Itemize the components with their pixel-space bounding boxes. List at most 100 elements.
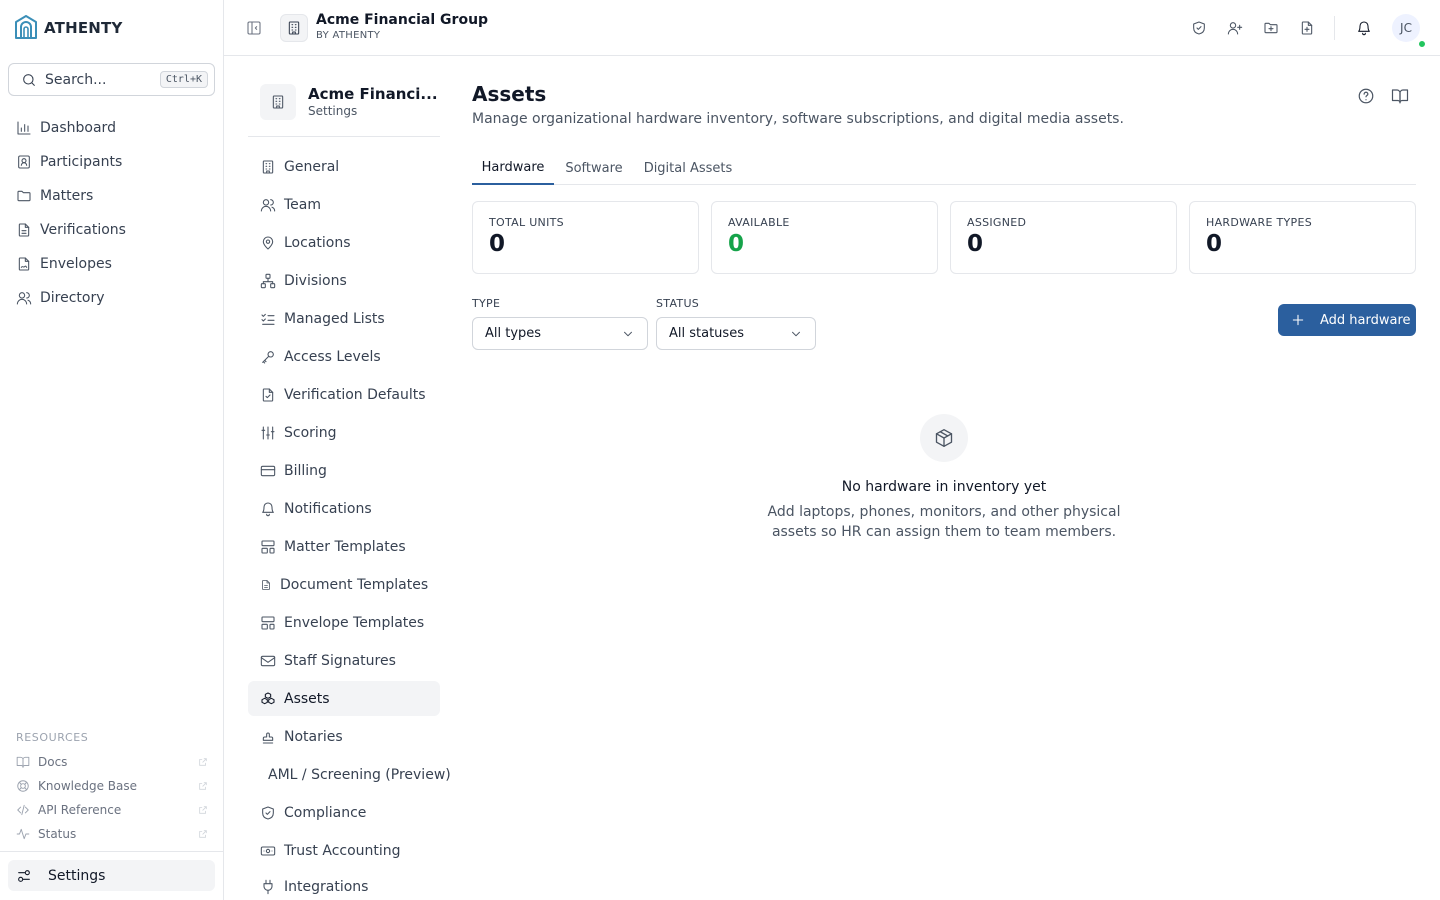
- org-avatar: [260, 84, 296, 120]
- sidebar-item-envelopes[interactable]: Envelopes: [8, 249, 215, 279]
- sidebar-item-label: Matters: [40, 188, 94, 204]
- stat-label: HARDWARE TYPES: [1206, 216, 1313, 229]
- athenty-logo-icon: [15, 15, 37, 39]
- code-icon: [17, 804, 29, 816]
- help-circle-icon[interactable]: [1357, 87, 1375, 105]
- sidebar-item-dashboard[interactable]: Dashboard: [8, 113, 215, 143]
- settings-nav-matter-templates[interactable]: Matter Templates: [248, 530, 440, 564]
- external-link-icon: [199, 782, 207, 790]
- settings-nav-label: Managed Lists: [284, 311, 385, 327]
- settings-nav-label: Compliance: [284, 805, 367, 821]
- resource-label: Status: [38, 827, 77, 841]
- resource-link-knowledge-base[interactable]: Knowledge Base: [16, 776, 208, 796]
- users-icon: [16, 292, 32, 305]
- search-placeholder: Search...: [45, 71, 107, 88]
- book-open-icon[interactable]: [1391, 87, 1409, 105]
- activity-icon: [16, 828, 30, 840]
- type-filter-select[interactable]: All types: [472, 317, 648, 350]
- sidebar-item-verifications[interactable]: Verifications: [8, 215, 215, 245]
- settings-nav-managed-lists[interactable]: Managed Lists: [248, 302, 440, 336]
- sidebar-item-directory[interactable]: Directory: [8, 283, 215, 313]
- settings-nav-integrations[interactable]: Integrations: [248, 872, 440, 900]
- settings-nav-aml-screening[interactable]: AML / Screening (Preview): [248, 758, 451, 792]
- settings-nav-scoring[interactable]: Scoring: [248, 416, 440, 450]
- settings-nav-billing[interactable]: Billing: [248, 454, 440, 488]
- header-divider: [1334, 16, 1335, 40]
- settings-nav-label: General: [284, 159, 340, 175]
- folder-plus-icon[interactable]: [1263, 20, 1279, 36]
- resource-link-status[interactable]: Status: [16, 824, 208, 844]
- org-name[interactable]: Acme Financial Group: [316, 12, 488, 28]
- settings-nav-divisions[interactable]: Divisions: [248, 264, 440, 298]
- key-icon: [262, 351, 274, 364]
- stat-value: 0: [967, 231, 984, 257]
- sidebar-item-label: Dashboard: [40, 120, 116, 136]
- settings-nav-verification-defaults[interactable]: Verification Defaults: [248, 378, 440, 412]
- settings-nav-notaries[interactable]: Notaries: [248, 720, 440, 754]
- plus-icon: [1292, 314, 1304, 326]
- stat-label: TOTAL UNITS: [489, 216, 564, 229]
- settings-nav-staff-signatures[interactable]: Staff Signatures: [248, 644, 440, 678]
- sidebar-item-settings[interactable]: Settings: [8, 860, 215, 891]
- layout-template-icon: [261, 540, 275, 554]
- search-input[interactable]: Search... Ctrl+K: [8, 63, 215, 96]
- sidebar-item-label: Verifications: [40, 222, 126, 238]
- user-avatar[interactable]: JC: [1392, 14, 1420, 42]
- file-plus-icon[interactable]: [1299, 20, 1315, 36]
- sidebar-item-participants[interactable]: Participants: [8, 147, 215, 177]
- network-icon: [260, 273, 276, 289]
- credit-card-icon: [260, 465, 276, 477]
- settings-nav-assets[interactable]: Assets: [248, 681, 440, 716]
- tab-digital-assets[interactable]: Digital Assets: [638, 151, 738, 185]
- sidebar-item-label: Participants: [40, 154, 123, 170]
- sidebar-item-matters[interactable]: Matters: [8, 181, 215, 211]
- status-filter-select[interactable]: All statuses: [656, 317, 816, 350]
- settings-nav-label: Envelope Templates: [284, 615, 425, 631]
- settings-nav-access-levels[interactable]: Access Levels: [248, 340, 440, 374]
- stat-card-available: AVAILABLE 0: [711, 201, 938, 274]
- tab-hardware[interactable]: Hardware: [472, 151, 554, 185]
- asset-tabs: Hardware Software Digital Assets: [472, 151, 1416, 185]
- file-signature-icon: [18, 257, 30, 271]
- bell-icon[interactable]: [1356, 20, 1372, 36]
- brand-name: ATHENTY: [44, 19, 123, 37]
- plug-icon: [263, 879, 273, 895]
- stat-card-assigned: ASSIGNED 0: [950, 201, 1177, 274]
- resource-label: API Reference: [38, 803, 122, 817]
- list-checks-icon: [261, 313, 275, 325]
- settings-nav-label: Locations: [284, 235, 351, 251]
- settings-nav-general[interactable]: General: [248, 150, 440, 184]
- settings-nav-label: Notaries: [284, 729, 343, 745]
- settings-nav-trust-accounting[interactable]: Trust Accounting: [248, 834, 440, 868]
- resource-link-docs[interactable]: Docs: [16, 752, 208, 772]
- page-title: Assets: [472, 82, 547, 106]
- settings-nav-label: Staff Signatures: [284, 653, 396, 669]
- settings-nav-label: Trust Accounting: [284, 843, 401, 859]
- settings-nav-notifications[interactable]: Notifications: [248, 492, 440, 526]
- brand[interactable]: ATHENTY: [14, 14, 123, 42]
- building-icon: [288, 21, 300, 35]
- settings-nav-compliance[interactable]: Compliance: [248, 796, 440, 830]
- contact-icon: [18, 155, 30, 169]
- settings-nav-team[interactable]: Team: [248, 188, 440, 222]
- settings-nav-envelope-templates[interactable]: Envelope Templates: [248, 606, 440, 640]
- user-plus-icon[interactable]: [1227, 20, 1243, 36]
- settings-nav-document-templates[interactable]: Document Templates: [248, 568, 440, 602]
- sidebar-item-label: Directory: [40, 290, 105, 306]
- settings-nav-label: Integrations: [284, 879, 369, 895]
- resource-link-api-reference[interactable]: API Reference: [16, 800, 208, 820]
- stat-label: ASSIGNED: [967, 216, 1027, 229]
- settings-nav-label: Matter Templates: [284, 539, 406, 555]
- shield-check-icon[interactable]: [1191, 20, 1207, 36]
- settings-nav-label: Scoring: [284, 425, 337, 441]
- sidebar-item-label: Settings: [48, 867, 106, 884]
- settings-nav-locations[interactable]: Locations: [248, 226, 440, 260]
- banknote-icon: [260, 846, 276, 856]
- org-avatar[interactable]: [280, 14, 308, 42]
- lifebuoy-icon: [17, 780, 29, 792]
- sidebar-collapse-icon[interactable]: [246, 20, 262, 36]
- add-hardware-button[interactable]: Add hardware: [1278, 304, 1416, 336]
- tab-software[interactable]: Software: [558, 151, 630, 185]
- sidebar-divider: [0, 851, 223, 852]
- package-icon: [935, 429, 953, 447]
